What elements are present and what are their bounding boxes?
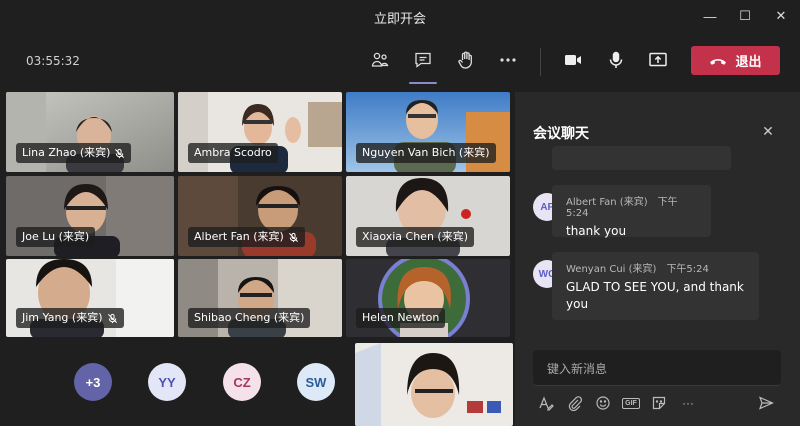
share-screen-button[interactable] xyxy=(644,46,672,74)
leave-button[interactable]: 退出 xyxy=(691,46,780,75)
chat-title: 会议聊天 xyxy=(533,126,589,142)
meeting-chat-panel: 会议聊天 ✕ AF Albert Fan (来宾) 下午5:24 thank yo… xyxy=(515,92,800,426)
phone-hangup-icon xyxy=(710,58,727,65)
participants-button[interactable] xyxy=(366,46,394,74)
participant-name: Nguyen Van Bich (来宾) xyxy=(362,146,490,159)
send-icon xyxy=(758,396,774,410)
participant-tile[interactable]: Helen Newton xyxy=(346,259,510,337)
message-meta: Wenyan Cui (来宾) 下午5:24 xyxy=(566,260,745,275)
participant-name-tag: Joe Lu (来宾) xyxy=(16,227,96,247)
more-participants-button[interactable]: +3 xyxy=(74,363,112,401)
raise-hand-icon xyxy=(458,51,472,69)
participant-tile[interactable]: Joe Lu (来宾) xyxy=(6,176,174,256)
participant-tile[interactable]: Xiaoxia Chen (来宾) xyxy=(346,176,510,256)
participant-tile[interactable]: Ambra Scodro xyxy=(178,92,342,172)
message-author: Wenyan Cui (来宾) xyxy=(566,264,657,275)
chat-message[interactable]: Wenyan Cui (来宾) 下午5:24 GLAD TO SEE YOU, a… xyxy=(552,252,759,320)
mic-muted-icon xyxy=(288,232,298,242)
participant-name-tag: Ambra Scodro xyxy=(188,143,278,163)
close-icon: ✕ xyxy=(775,8,787,23)
participant-name: Helen Newton xyxy=(362,311,440,324)
participant-name: Xiaoxia Chen (来宾) xyxy=(362,230,468,243)
message-meta: Albert Fan (来宾) 下午5:24 xyxy=(566,193,697,219)
message-text: thank you xyxy=(566,224,627,238)
self-video-feed xyxy=(355,343,513,426)
close-chat-button[interactable]: ✕ xyxy=(759,122,777,140)
mic-muted-icon xyxy=(115,148,125,158)
more-options-icon: ··· xyxy=(682,396,694,410)
chat-button[interactable] xyxy=(409,46,437,84)
self-view[interactable] xyxy=(355,343,513,426)
sticker-button[interactable] xyxy=(650,394,668,412)
emoji-icon xyxy=(596,396,610,410)
participant-name-tag: Lina Zhao (来宾) xyxy=(16,143,132,163)
close-icon: ✕ xyxy=(762,122,774,139)
format-button[interactable] xyxy=(537,394,555,412)
close-window-button[interactable]: ✕ xyxy=(768,4,794,28)
participant-name-tag: Xiaoxia Chen (来宾) xyxy=(356,227,474,247)
avatar[interactable]: CZ xyxy=(223,363,261,401)
maximize-icon: ☐ xyxy=(739,8,751,23)
participant-name-tag: Nguyen Van Bich (来宾) xyxy=(356,143,496,163)
toolbar-divider xyxy=(540,48,541,76)
participant-tile[interactable]: Shibao Cheng (来宾) xyxy=(178,259,342,337)
participant-name: Lina Zhao (来宾) xyxy=(22,146,111,159)
gif-button[interactable]: GIF xyxy=(622,394,640,412)
microphone-button[interactable] xyxy=(602,46,630,74)
avatar[interactable]: YY xyxy=(148,363,186,401)
meeting-timer: 03:55:32 xyxy=(26,54,80,68)
attach-button[interactable] xyxy=(566,394,584,412)
message-text: GLAD TO SEE YOU, and thank you xyxy=(566,280,744,311)
avatar[interactable]: SW xyxy=(297,363,335,401)
mic-muted-icon xyxy=(107,313,117,323)
message-time: 下午5:24 xyxy=(666,264,709,275)
participant-tile[interactable]: Jim Yang (来宾) xyxy=(6,259,174,337)
raise-hand-button[interactable] xyxy=(452,46,480,74)
participant-name: Ambra Scodro xyxy=(194,146,272,159)
participant-name-tag: Jim Yang (来宾) xyxy=(16,308,124,328)
sticker-icon xyxy=(652,396,666,410)
participants-icon xyxy=(371,52,389,67)
send-button[interactable] xyxy=(757,394,775,412)
more-options-button[interactable]: ··· xyxy=(679,394,697,412)
title-bar: 立即开会 — ☐ ✕ xyxy=(0,0,800,32)
compose-placeholder: 键入新消息 xyxy=(547,362,608,376)
window-title: 立即开会 xyxy=(373,12,426,27)
chat-icon xyxy=(415,52,431,68)
participant-name-tag: Helen Newton xyxy=(356,308,446,328)
minimize-icon: — xyxy=(703,8,717,24)
emoji-button[interactable] xyxy=(594,394,612,412)
compose-message-input[interactable]: 键入新消息 xyxy=(533,350,781,386)
chat-message[interactable]: Albert Fan (来宾) 下午5:24 thank you xyxy=(552,185,711,238)
maximize-button[interactable]: ☐ xyxy=(732,4,758,28)
meeting-toolbar: 03:55:32 退出 xyxy=(0,32,800,88)
more-icon xyxy=(500,58,516,62)
gif-icon: GIF xyxy=(622,397,640,409)
participant-name: Joe Lu (来宾) xyxy=(22,230,90,243)
participant-name: Jim Yang (来宾) xyxy=(22,311,103,324)
more-actions-button[interactable] xyxy=(494,46,522,74)
camera-button[interactable] xyxy=(559,46,587,74)
participant-name-tag: Albert Fan (来宾) xyxy=(188,227,305,247)
participant-name: Shibao Cheng (来宾) xyxy=(194,311,305,324)
participant-tile[interactable]: Nguyen Van Bich (来宾) xyxy=(346,92,510,172)
microphone-icon xyxy=(609,51,623,68)
previous-message xyxy=(552,146,731,170)
attach-icon xyxy=(568,396,582,411)
participant-tile[interactable]: Albert Fan (来宾) xyxy=(178,176,342,256)
message-author: Albert Fan (来宾) xyxy=(566,197,648,208)
participant-tile[interactable]: Lina Zhao (来宾) xyxy=(6,92,174,172)
participant-name-tag: Shibao Cheng (来宾) xyxy=(188,308,311,328)
format-icon xyxy=(539,396,554,411)
camera-icon xyxy=(565,55,581,65)
minimize-button[interactable]: — xyxy=(697,4,723,28)
share-screen-icon xyxy=(649,52,667,67)
leave-label: 退出 xyxy=(735,55,762,70)
participant-name: Albert Fan (来宾) xyxy=(194,230,284,243)
